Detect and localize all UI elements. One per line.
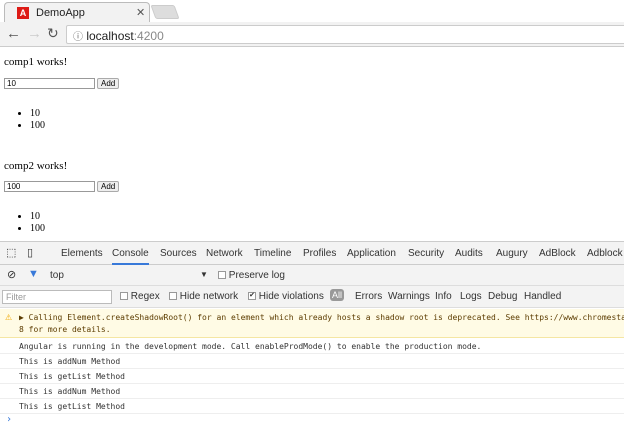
back-icon[interactable]: ←: [6, 25, 21, 42]
angular-logo-icon: A: [17, 7, 29, 19]
tab-augury[interactable]: Augury: [496, 248, 528, 259]
browser-toolbar: ← → ↻ ⓘ localhost:4200: [0, 22, 624, 47]
console-log-row: This is addNum Method: [0, 384, 624, 399]
console-log-row: This is getList Method: [0, 399, 624, 414]
tab-sources[interactable]: Sources: [160, 248, 197, 259]
tab-elements[interactable]: Elements: [61, 248, 103, 259]
reload-icon[interactable]: ↻: [47, 25, 59, 42]
close-tab-icon[interactable]: ✕: [136, 6, 145, 19]
tab-network[interactable]: Network: [206, 248, 243, 259]
regex-label: Regex: [130, 291, 160, 302]
url-host: localhost: [86, 29, 134, 43]
hide-violations-checkbox[interactable]: ✔ Hide violations: [248, 291, 324, 302]
list-item: 100: [30, 120, 45, 132]
list-item: 10: [30, 108, 45, 120]
level-handled[interactable]: Handled: [524, 291, 561, 302]
comp2-list: 10 100: [30, 211, 45, 235]
level-warnings[interactable]: Warnings: [388, 291, 430, 302]
tab-timeline[interactable]: Timeline: [254, 248, 291, 259]
dropdown-arrow-icon: ▼: [200, 270, 208, 279]
device-toolbar-icon[interactable]: ▯: [27, 246, 33, 259]
filter-icon[interactable]: ▼: [28, 268, 39, 280]
list-item: 100: [30, 223, 45, 235]
level-all[interactable]: All: [330, 289, 345, 301]
comp1-heading: comp1 works!: [4, 56, 68, 68]
filter-input[interactable]: Filter: [2, 290, 112, 304]
address-bar[interactable]: ⓘ localhost:4200: [66, 25, 624, 44]
forward-icon[interactable]: →: [27, 25, 42, 42]
console-log-row: Angular is running in the development mo…: [0, 339, 624, 354]
tab-adblock[interactable]: AdBlock: [539, 248, 576, 259]
warning-link[interactable]: https://www.chromestatus.com/features/45…: [525, 313, 624, 322]
warning-icon: ⚠: [5, 313, 13, 322]
context-select[interactable]: top ▼: [50, 270, 210, 281]
comp1-add-button[interactable]: Add: [97, 78, 120, 89]
tab-strip: A DemoApp ✕: [0, 0, 624, 23]
comp2-add-button[interactable]: Add: [97, 181, 120, 192]
tab-profiles[interactable]: Profiles: [303, 248, 336, 259]
tab-title: DemoApp: [36, 7, 85, 19]
devtools-panel: ⬚ ▯ Elements Console Sources Network Tim…: [0, 241, 624, 444]
console-toolbar: ⊘ ▼ top ▼ Preserve log: [0, 265, 624, 286]
comp2-number-input[interactable]: 100: [4, 181, 95, 192]
browser-tab[interactable]: A DemoApp ✕: [4, 2, 150, 23]
console-log-row: This is addNum Method: [0, 354, 624, 369]
url-port: :4200: [133, 29, 164, 43]
preserve-log-checkbox[interactable]: Preserve log: [218, 270, 285, 281]
clear-console-icon[interactable]: ⊘: [7, 268, 16, 281]
level-debug[interactable]: Debug: [488, 291, 517, 302]
console-prompt[interactable]: ›: [0, 414, 624, 428]
expand-triangle-icon[interactable]: ▶: [19, 313, 24, 322]
tab-adblock-plus[interactable]: Adblock Plus: [587, 248, 624, 259]
devtools-tabs: ⬚ ▯ Elements Console Sources Network Tim…: [0, 242, 624, 265]
hide-violations-label: Hide violations: [258, 291, 324, 302]
hide-network-label: Hide network: [179, 291, 239, 302]
tab-application[interactable]: Application: [347, 248, 396, 259]
level-info[interactable]: Info: [435, 291, 452, 302]
comp1-list: 10 100: [30, 108, 45, 132]
comp2-heading: comp2 works!: [4, 160, 68, 172]
preserve-log-label: Preserve log: [228, 270, 285, 281]
filter-bar: Filter Regex Hide network ✔ Hide violati…: [0, 286, 624, 308]
list-item: 10: [30, 211, 45, 223]
level-logs[interactable]: Logs: [460, 291, 482, 302]
inspect-element-icon[interactable]: ⬚: [6, 246, 16, 259]
hide-network-checkbox[interactable]: Hide network: [169, 291, 238, 302]
console-log-row: This is getList Method: [0, 369, 624, 384]
warning-text: Calling Element.createShadowRoot() for a…: [28, 313, 525, 322]
context-value: top: [50, 270, 64, 281]
level-errors[interactable]: Errors: [355, 291, 382, 302]
tab-security[interactable]: Security: [408, 248, 444, 259]
regex-checkbox[interactable]: Regex: [120, 291, 160, 302]
console-warning: ⚠ ▶ Calling Element.createShadowRoot() f…: [0, 309, 624, 338]
warning-text-2: 8 for more details.: [19, 325, 111, 334]
tab-audits[interactable]: Audits: [455, 248, 483, 259]
tab-console[interactable]: Console: [112, 248, 149, 265]
info-icon[interactable]: ⓘ: [73, 32, 83, 43]
comp1-number-input[interactable]: 10: [4, 78, 95, 89]
new-tab-button[interactable]: [150, 5, 180, 19]
